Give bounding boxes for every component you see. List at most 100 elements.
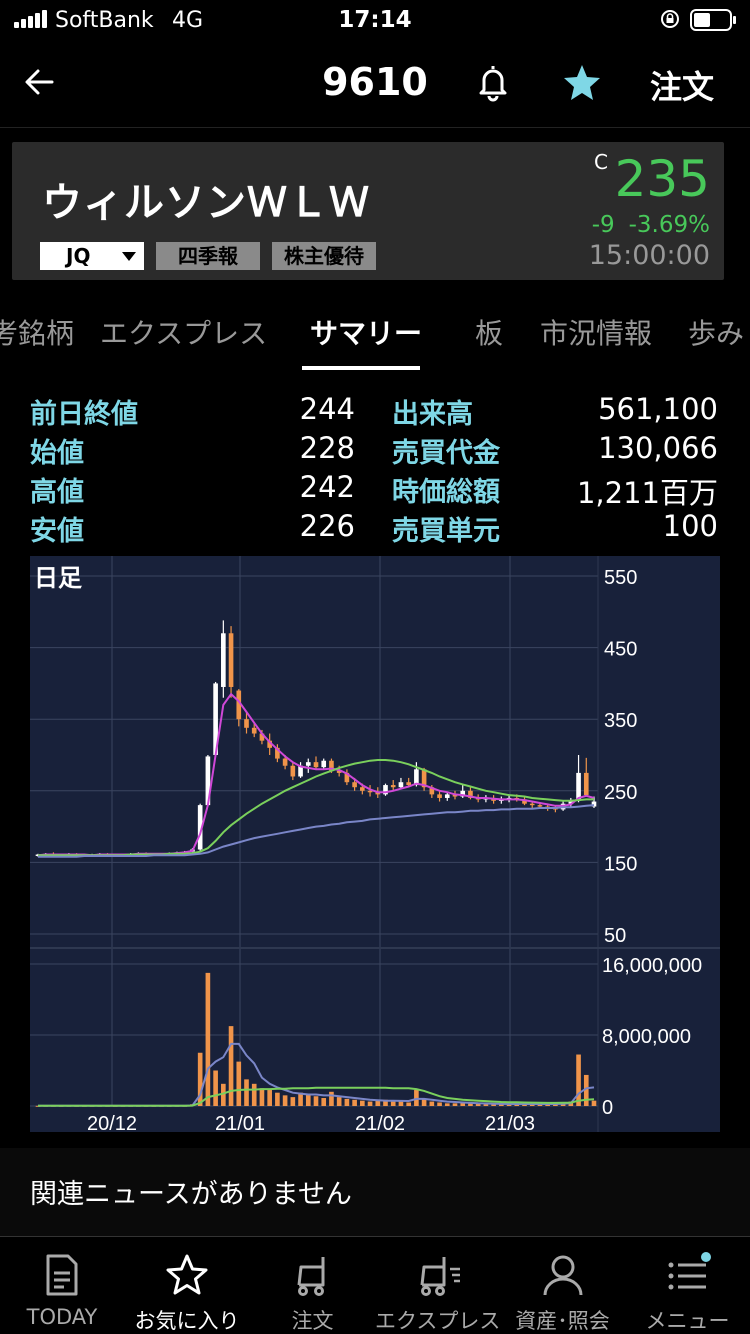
volume-bar [352, 1099, 357, 1106]
x-axis-tick: 20/12 [87, 1113, 137, 1132]
status-bar: SoftBank 4G 17:14 [0, 0, 750, 40]
stat-value: 100 [662, 509, 718, 543]
volume-bar [290, 1097, 296, 1106]
price-change: -9 -3.69% [592, 212, 710, 238]
volume-bar [336, 1097, 342, 1106]
price-axis-tick: 550 [604, 567, 637, 589]
x-axis-tick: 21/02 [355, 1113, 405, 1132]
nav-label: お気に入り [134, 1309, 240, 1333]
shareholder-benefit-tag[interactable]: 株主優待 [272, 242, 376, 270]
volume-axis-tick: 8,000,000 [602, 1026, 691, 1048]
bell-icon[interactable] [474, 62, 512, 102]
tab-market-info[interactable]: 市況情報 [540, 312, 652, 352]
express-cart-icon [420, 1257, 460, 1296]
stat-value: 242 [299, 470, 355, 504]
menu-icon [668, 1252, 711, 1290]
stat-row: 始値 228 売買代金 130,066 [0, 431, 750, 469]
stat-row: 安値 226 売買単元 100 [0, 509, 750, 547]
x-axis-tick: 21/03 [485, 1113, 535, 1132]
daily-chart[interactable]: 550 450 350 250 150 50 16,000,000 8,000,000 0 日足 2… [30, 556, 720, 1135]
tab-express[interactable]: エクスプレス [100, 312, 267, 352]
price-change-percent: -3.69% [628, 212, 710, 238]
volume-bar [375, 1100, 381, 1106]
candle-body [352, 782, 357, 788]
nav-today[interactable]: TODAY [0, 1237, 124, 1334]
stat-label: 前日終値 [30, 399, 138, 430]
price-axis-tick: 350 [604, 710, 637, 732]
nav-express[interactable]: エクスプレス [375, 1237, 500, 1334]
candle-body [251, 727, 257, 734]
candle-body [537, 805, 543, 807]
stat-label: 時価総額 [392, 477, 500, 508]
volume-bar [305, 1094, 311, 1106]
rotation-lock-icon [661, 10, 679, 28]
tab-board[interactable]: 板 [475, 312, 503, 352]
volume-bar [282, 1095, 288, 1106]
candle-body [221, 633, 226, 687]
price-chart-svg: 550 450 350 250 150 50 16,000,000 8,000,000 0 日足 2… [30, 556, 720, 1135]
candle-body [583, 772, 589, 796]
candle-body [313, 762, 319, 768]
nav-label: メニュー [645, 1309, 730, 1333]
nav-menu[interactable]: メニュー [625, 1237, 750, 1334]
stat-row: 前日終値 244 出来高 561,100 [0, 392, 750, 430]
price-change-value: -9 [591, 212, 615, 238]
candle-body [444, 794, 450, 798]
news-empty-message: 関連ニュースがありません [30, 1179, 352, 1210]
stock-name: ウィルソンＷＬＷ [42, 180, 370, 226]
shikiho-tag[interactable]: 四季報 [156, 242, 260, 270]
stat-label: 出来高 [392, 399, 473, 430]
x-axis-tick: 21/01 [215, 1113, 265, 1132]
volume-axis-tick: 0 [602, 1097, 613, 1119]
stock-info-card: ウィルソンＷＬＷ JQ 四季報 株主優待 C 235 -9 -3.69% 15:0… [12, 142, 724, 280]
volume-bar [228, 1026, 234, 1106]
volume-bar [437, 1102, 442, 1106]
stat-label: 高値 [30, 477, 84, 508]
candle-body [437, 794, 442, 798]
volume-bar [275, 1092, 280, 1106]
stat-label: 安値 [30, 516, 84, 547]
tab-trade-history[interactable]: 歩み [688, 312, 744, 352]
nav-order[interactable]: 注文 [250, 1237, 375, 1334]
volume-bar [406, 1102, 411, 1106]
battery-icon [690, 9, 736, 31]
volume-bar [329, 1091, 334, 1106]
volume-bar [344, 1098, 350, 1106]
volume-bar [236, 1061, 242, 1106]
price-mark: C [594, 150, 608, 174]
related-news: 関連ニュースがありません [0, 1148, 750, 1236]
market-select[interactable]: JQ [40, 242, 144, 270]
nav-assets[interactable]: 資産･照会 [500, 1237, 625, 1334]
stat-label: 売買単元 [392, 516, 500, 547]
nav-label: エクスプレス [375, 1309, 501, 1333]
back-arrow-icon[interactable] [22, 62, 62, 102]
price-axis-tick: 50 [604, 925, 626, 947]
candle-body [398, 782, 404, 788]
market-select-value: JQ [66, 244, 91, 268]
volume-bar [576, 1054, 581, 1106]
favorite-star-icon[interactable] [562, 62, 602, 102]
candle-body [406, 782, 411, 786]
order-button[interactable]: 注文 [650, 62, 714, 108]
volume-bar [313, 1096, 319, 1106]
nav-favorites[interactable]: お気に入り [124, 1237, 250, 1334]
app-header: 9610 注文 [0, 40, 750, 128]
price-axis-tick: 150 [604, 853, 637, 875]
volume-bar [429, 1101, 435, 1106]
current-price: 235 [614, 150, 710, 208]
volume-bar [244, 1079, 249, 1106]
candle-body [305, 762, 311, 766]
candle-body [244, 719, 249, 728]
price-time: 15:00:00 [588, 240, 710, 271]
candle-body [290, 765, 296, 777]
today-icon [46, 1254, 78, 1296]
tab-related-stocks[interactable]: 考銘柄 [0, 312, 74, 352]
status-time: 17:14 [338, 7, 412, 33]
stat-label: 売買代金 [392, 438, 500, 469]
price-axis-tick: 450 [604, 639, 637, 661]
tab-summary[interactable]: サマリー [310, 312, 422, 352]
stat-value: 561,100 [598, 392, 718, 426]
cart-icon [297, 1257, 324, 1296]
candle-body [321, 760, 327, 768]
volume-bar [267, 1090, 272, 1106]
